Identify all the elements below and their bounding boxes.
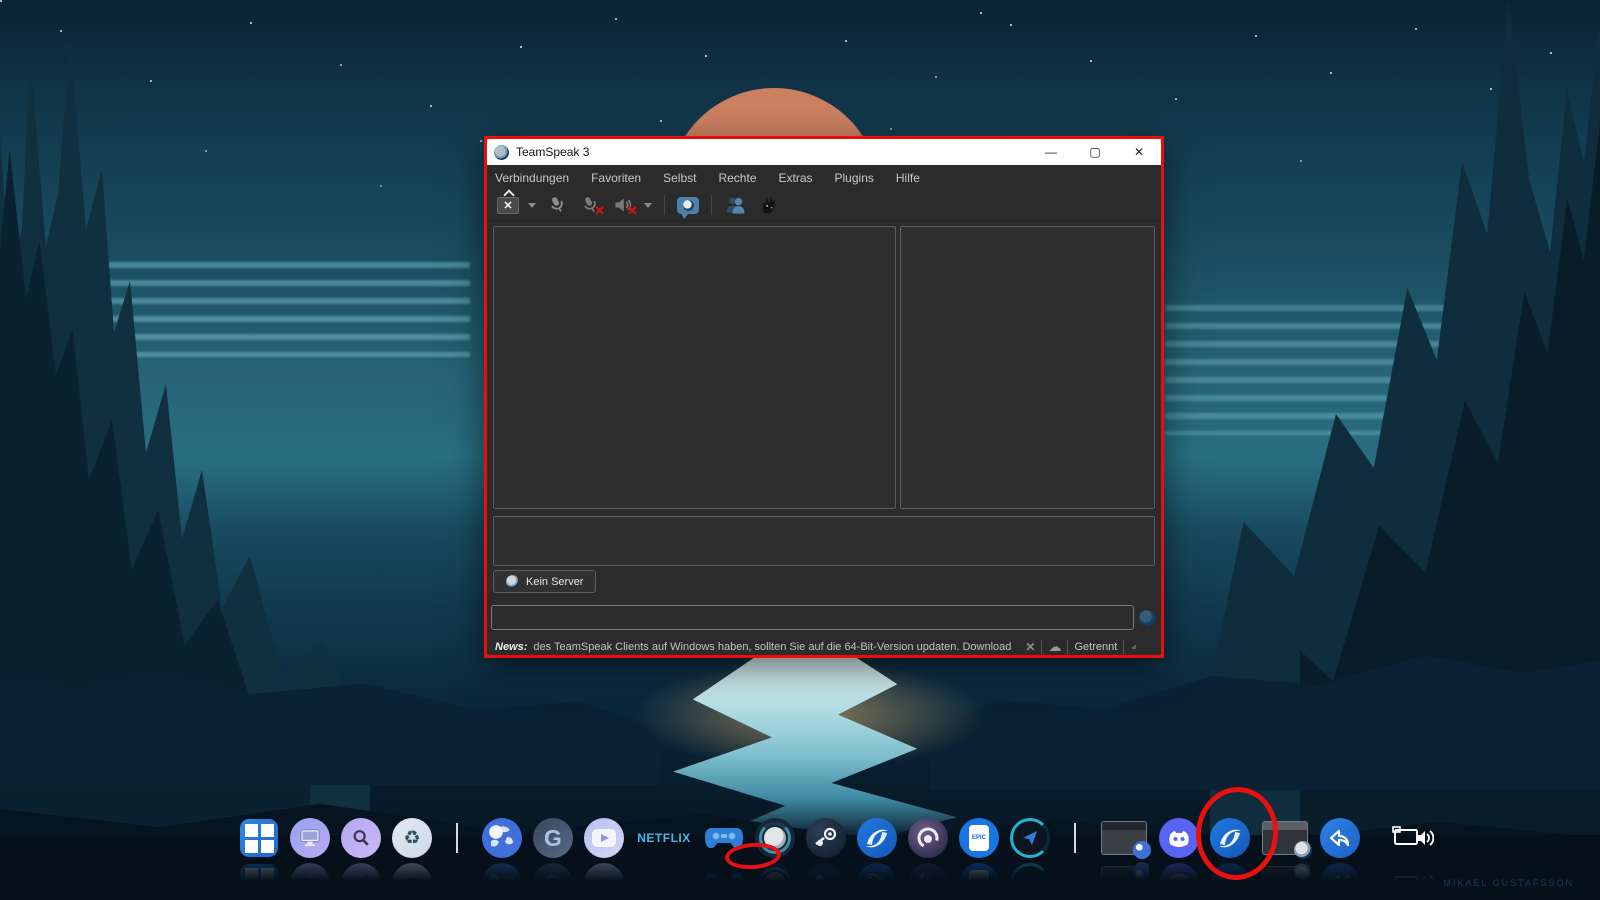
- desktop: MIKAEL GUSTAFSSON TeamSpeak 3 — ▢ ✕ Verb…: [0, 0, 1600, 900]
- battle-net-icon: [857, 818, 897, 858]
- menu-hilfe[interactable]: Hilfe: [896, 171, 920, 185]
- window-title: TeamSpeak 3: [516, 145, 589, 159]
- taskbar-youtube[interactable]: [583, 817, 625, 859]
- taskbar-chrome[interactable]: G: [532, 817, 574, 859]
- chat-input[interactable]: [491, 605, 1134, 630]
- toolbar: ✕ ✕ ✕: [487, 190, 1161, 221]
- stars: [0, 0, 2, 2]
- server-tree-panel[interactable]: [493, 226, 896, 509]
- taskbar-displays[interactable]: [289, 817, 331, 859]
- recycle-bin-icon: ♻: [392, 818, 432, 858]
- taskbar-cast-audio[interactable]: [1392, 817, 1434, 859]
- main-area: [493, 226, 1155, 509]
- menu-selbst[interactable]: Selbst: [663, 171, 696, 185]
- back-arrow-icon: [1320, 818, 1360, 858]
- globe-icon: [482, 818, 522, 858]
- paper-plane-icon: [1010, 818, 1050, 858]
- taskbar-paper-plane[interactable]: [1009, 817, 1051, 859]
- taskbar-recycle-bin[interactable]: ♻: [391, 817, 433, 859]
- tab-row: Kein Server: [493, 570, 1155, 593]
- steam-icon: [806, 818, 846, 858]
- mute-microphone-icon[interactable]: ✕: [578, 194, 602, 216]
- discord-icon: [1159, 818, 1199, 858]
- statusbar-separator: [1123, 640, 1124, 654]
- titlebar[interactable]: TeamSpeak 3 — ▢ ✕: [487, 139, 1161, 165]
- close-button[interactable]: ✕: [1117, 139, 1161, 165]
- away-bubble-icon[interactable]: [677, 197, 699, 214]
- youtube-icon: [584, 818, 624, 858]
- taskbar-netflix[interactable]: NETFLIX: [634, 817, 694, 859]
- taskbar-search[interactable]: [340, 817, 382, 859]
- wallpaper-artist-credit: MIKAEL GUSTAFSSON: [1443, 878, 1574, 888]
- display-icon: [290, 818, 330, 858]
- connect-icon[interactable]: ✕: [497, 197, 519, 214]
- chrome-g-icon: G: [533, 818, 573, 858]
- search-icon: [341, 818, 381, 858]
- taskbar-windows-start[interactable]: [238, 817, 280, 859]
- taskbar-web-browser[interactable]: [481, 817, 523, 859]
- taskbar-battle-net[interactable]: [856, 817, 898, 859]
- sync-cloud-icon[interactable]: ☁: [1048, 639, 1061, 655]
- connect-dropdown-icon[interactable]: [528, 203, 536, 208]
- hotkeys-icon[interactable]: [757, 194, 781, 216]
- maximize-button[interactable]: ▢: [1073, 139, 1117, 165]
- taskbar-window-preview[interactable]: [1099, 817, 1149, 859]
- browser-window-thumbnail: [1101, 821, 1147, 855]
- minimize-button[interactable]: —: [1029, 139, 1073, 165]
- info-panel[interactable]: [900, 226, 1155, 509]
- cast-audio-icon: [1392, 823, 1434, 853]
- server-tab-label: Kein Server: [526, 576, 583, 588]
- connection-status: Getrennt: [1074, 641, 1117, 653]
- taskbar-separator: [1074, 823, 1076, 853]
- windows-logo-icon: [240, 819, 278, 857]
- mute-speakers-icon[interactable]: ✕: [611, 194, 635, 216]
- bubble-core: [683, 200, 694, 211]
- news-close-icon[interactable]: ✕: [1025, 640, 1035, 654]
- capture-microphone-icon[interactable]: [545, 194, 569, 216]
- taskbar-epic-games[interactable]: EPIC: [958, 817, 1000, 859]
- menu-verbindungen[interactable]: Verbindungen: [495, 171, 569, 185]
- taskbar-steam[interactable]: [805, 817, 847, 859]
- taskbar-separator: [456, 823, 458, 853]
- ubisoft-icon: [908, 818, 948, 858]
- teamspeak-badge-icon: [1294, 841, 1312, 859]
- news-label: News:: [495, 641, 527, 653]
- mute-speakers-dropdown-icon[interactable]: [644, 203, 652, 208]
- statusbar-separator: [1041, 640, 1042, 654]
- taskbar-ubisoft-connect[interactable]: [907, 817, 949, 859]
- taskbar-discord[interactable]: [1158, 817, 1200, 859]
- server-tab[interactable]: Kein Server: [493, 570, 596, 593]
- menu-rechte[interactable]: Rechte: [718, 171, 756, 185]
- resize-grip[interactable]: [1132, 645, 1136, 649]
- toolbar-separator: [664, 195, 665, 215]
- teamspeak-window: TeamSpeak 3 — ▢ ✕ Verbindungen Favoriten…: [484, 136, 1164, 658]
- globe-badge-icon: [1133, 841, 1151, 859]
- toolbar-separator: [711, 195, 712, 215]
- epic-games-icon: EPIC: [959, 818, 999, 858]
- teamspeak-logo-icon: [494, 145, 509, 160]
- statusbar: News: des TeamSpeak Clients auf Windows …: [495, 638, 1153, 655]
- menu-plugins[interactable]: Plugins: [835, 171, 874, 185]
- epic-badge: EPIC: [969, 825, 989, 851]
- mute-x-glyph: ✕: [594, 203, 605, 219]
- menu-extras[interactable]: Extras: [779, 171, 813, 185]
- mute-x-glyph: ✕: [627, 203, 638, 219]
- emoticon-button[interactable]: [1139, 610, 1155, 626]
- taskbar: ♻ G NETFLIX EPIC: [0, 810, 1600, 866]
- chat-input-row: [491, 605, 1155, 630]
- netflix-logo: NETFLIX: [634, 831, 694, 845]
- menu-favoriten[interactable]: Favoriten: [591, 171, 641, 185]
- statusbar-separator: [1067, 640, 1068, 654]
- chat-log-panel[interactable]: [493, 516, 1155, 566]
- teamspeak-tab-icon: [506, 575, 519, 588]
- taskbar-back-arrow[interactable]: [1319, 817, 1361, 859]
- menubar: Verbindungen Favoriten Selbst Rechte Ext…: [487, 165, 1161, 190]
- contacts-icon[interactable]: [724, 194, 748, 216]
- news-ticker-text[interactable]: des TeamSpeak Clients auf Windows haben,…: [533, 641, 1011, 653]
